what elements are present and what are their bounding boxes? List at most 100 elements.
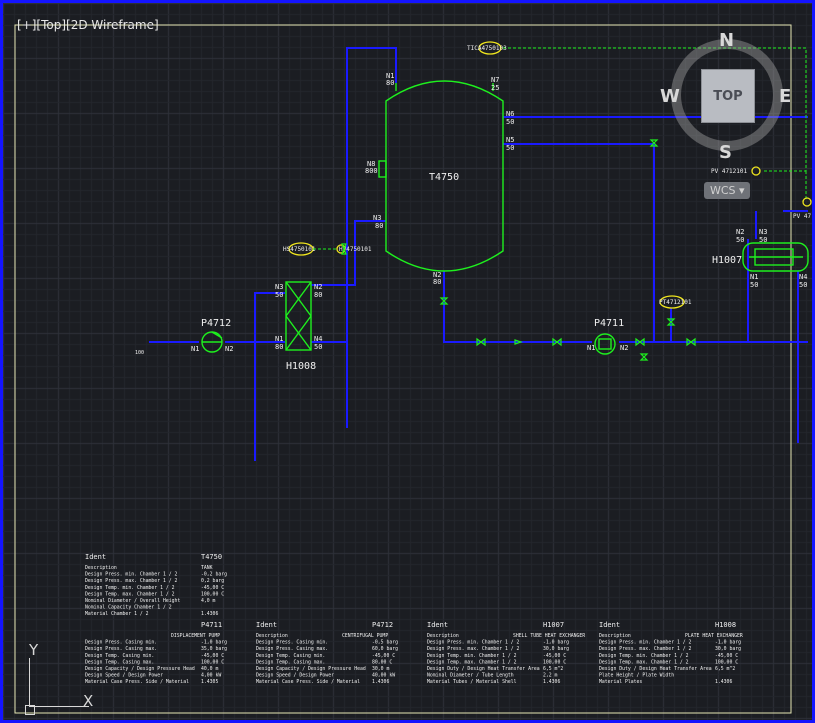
table-row-value: 100,00 C xyxy=(201,591,224,597)
table-row-value: 100,00 C xyxy=(715,659,738,665)
table-row-value: 35,0 barg xyxy=(201,646,227,652)
svg-text:50: 50 xyxy=(314,343,322,351)
svg-text:N5: N5 xyxy=(506,136,514,144)
table-row-label: Design Press. Casing min. xyxy=(256,640,328,646)
table-row-label: Material Case Press. Side / Material xyxy=(85,679,189,685)
table-row-label: Design Press. min. Chamber 1 / 2 xyxy=(427,640,520,646)
svg-text:80: 80 xyxy=(386,79,394,87)
table-row-value: -0,5 barg xyxy=(372,640,398,646)
table-row-value: -45,00 C xyxy=(543,653,566,659)
heat-exchanger-h1008[interactable] xyxy=(285,281,312,351)
table-row-label: Material Tubes / Material Shell xyxy=(427,679,517,685)
pipe-tank-to-h1008[interactable] xyxy=(311,220,386,286)
ucs-y-axis xyxy=(29,658,30,706)
table-header-label: Ident xyxy=(256,621,277,629)
table-row-value: -45,00 C xyxy=(715,653,738,659)
ucs-x-label: X xyxy=(83,692,94,710)
table-row-value: 40,0 m xyxy=(201,666,218,672)
svg-text:N4: N4 xyxy=(314,335,322,343)
table-row-value: 30,0 m xyxy=(372,666,389,672)
wcs-label: WCS xyxy=(710,184,736,197)
svg-text:N3: N3 xyxy=(373,214,381,222)
table-header-value: T4750 xyxy=(201,553,222,561)
compass-east[interactable]: E xyxy=(779,86,791,107)
table-row-label: Description xyxy=(85,565,117,571)
table-row-label: Design Duty / Design Heat Transfer Area xyxy=(599,666,712,672)
table-row-label: Design Temp. min. Chamber 1 / 2 xyxy=(599,653,689,659)
table-row-value: 40,00 kW xyxy=(372,673,395,679)
table-row-value: -45,00 C xyxy=(372,653,395,659)
table-row-label: Design Temp. Casing min. xyxy=(85,653,154,659)
svg-text:N2: N2 xyxy=(736,228,744,236)
pipe-h1008-n4[interactable] xyxy=(311,341,348,428)
table-row-label: Design Press. Casing max. xyxy=(85,646,157,652)
table-row-label: Design Press. max. Chamber 1 / 2 xyxy=(599,646,692,652)
table-header-label: Ident xyxy=(85,553,106,561)
table-row-value: PLATE HEAT EXCHANGER xyxy=(685,633,743,639)
table-row-label: Design Speed / Design Power xyxy=(85,673,163,679)
table-header-label: Ident xyxy=(427,621,448,629)
table-row-value: 30,0 barg xyxy=(715,646,741,652)
compass-north[interactable]: N xyxy=(719,30,734,51)
table-row-value: 80,00 C xyxy=(372,659,392,665)
table-row-label: Description xyxy=(599,633,631,639)
pipe-h1008-n3[interactable] xyxy=(254,292,285,461)
tank-tag: T4750 xyxy=(429,172,459,183)
viewcube-top-face[interactable]: TOP xyxy=(701,69,755,123)
table-row-value: 1.4306 xyxy=(715,679,732,685)
table-row-value: 100,00 C xyxy=(543,659,566,665)
svg-text:N3: N3 xyxy=(759,228,767,236)
table-row-label: Design Press. max. Chamber 1 / 2 xyxy=(85,578,178,584)
table-row-value: DISPLACEMENT PUMP xyxy=(171,633,220,639)
table-p4711: P4711 DISPLACEMENT PUMP Design Press. Casi… xyxy=(85,621,227,685)
table-row-label: Design Capacity / Design Pressure Head xyxy=(256,666,366,672)
pipe-tank-bottom[interactable] xyxy=(443,271,592,343)
h1008-tag: H1008 xyxy=(286,361,316,372)
table-row-label: Design Press. Casing max. xyxy=(256,646,328,652)
svg-text:N3: N3 xyxy=(275,283,283,291)
table-row-label: Design Temp. max. Chamber 1 / 2 xyxy=(599,659,689,665)
svg-text:N4: N4 xyxy=(799,273,807,281)
h1007-labels: N2 50 N3 50 N1 50 N4 50 xyxy=(736,228,807,289)
table-row-label: Design Press. Casing min. xyxy=(85,640,157,646)
wcs-menu[interactable]: WCS ▾ xyxy=(704,182,750,199)
pv-tag: PV 4712101 xyxy=(711,168,748,175)
pump-p4711[interactable] xyxy=(594,333,616,355)
svg-text:N2: N2 xyxy=(314,283,322,291)
hs-tag: HS4750101 xyxy=(283,246,316,253)
table-row-value: 30,0 barg xyxy=(543,646,569,652)
svg-text:50: 50 xyxy=(275,291,283,299)
table-p4712: Ident P4712 Description CENTRIFUGAL PUMP Des… xyxy=(256,621,398,685)
table-row-label: Design Press. min. Chamber 1 / 2 xyxy=(599,640,692,646)
svg-text:80: 80 xyxy=(375,222,383,230)
table-row-label: Design Press. max. Chamber 1 / 2 xyxy=(427,646,520,652)
pipe-tank-n5[interactable] xyxy=(503,143,655,342)
table-header-value: P4712 xyxy=(372,621,393,629)
table-row-label: Nominal Diameter / Overall Height xyxy=(85,598,180,604)
compass-south[interactable]: S xyxy=(719,142,732,163)
compass-west[interactable]: W xyxy=(660,86,680,107)
svg-text:25: 25 xyxy=(491,84,499,92)
table-row-value: 0,2 barg xyxy=(201,578,224,584)
pt-tag: PT4712101 xyxy=(659,299,692,306)
p4712-tag: P4712 xyxy=(201,318,231,329)
table-row-value: 6,5 m^2 xyxy=(543,666,563,672)
pump-p4712[interactable] xyxy=(201,331,223,353)
svg-text:N1: N1 xyxy=(750,273,758,281)
heat-exchanger-h1007[interactable] xyxy=(742,242,809,272)
model-viewport[interactable]: T4750 N1 80 N7 25 N6 50 N5 50 N8 800 N3 … xyxy=(0,0,815,723)
table-header-label: Ident xyxy=(599,621,620,629)
ucs-x-axis xyxy=(29,706,89,707)
svg-text:100: 100 xyxy=(135,350,144,356)
viewport-controls-label[interactable]: [+][Top][2D Wireframe] xyxy=(17,18,159,32)
h1007-tag: H1007 xyxy=(712,255,742,266)
table-header-value: P4711 xyxy=(201,621,222,629)
table-row-value: TANK xyxy=(201,565,213,571)
table-row-label: Design Temp. Casing min. xyxy=(256,653,325,659)
table-row-value: -1,0 barg xyxy=(543,640,569,646)
svg-text:50: 50 xyxy=(736,236,744,244)
table-row-value: -1,0 barg xyxy=(715,640,741,646)
table-row-value: 1.4306 xyxy=(201,611,218,617)
table-row-label: Design Press. min. Chamber 1 / 2 xyxy=(85,572,178,578)
svg-text:50: 50 xyxy=(759,236,767,244)
